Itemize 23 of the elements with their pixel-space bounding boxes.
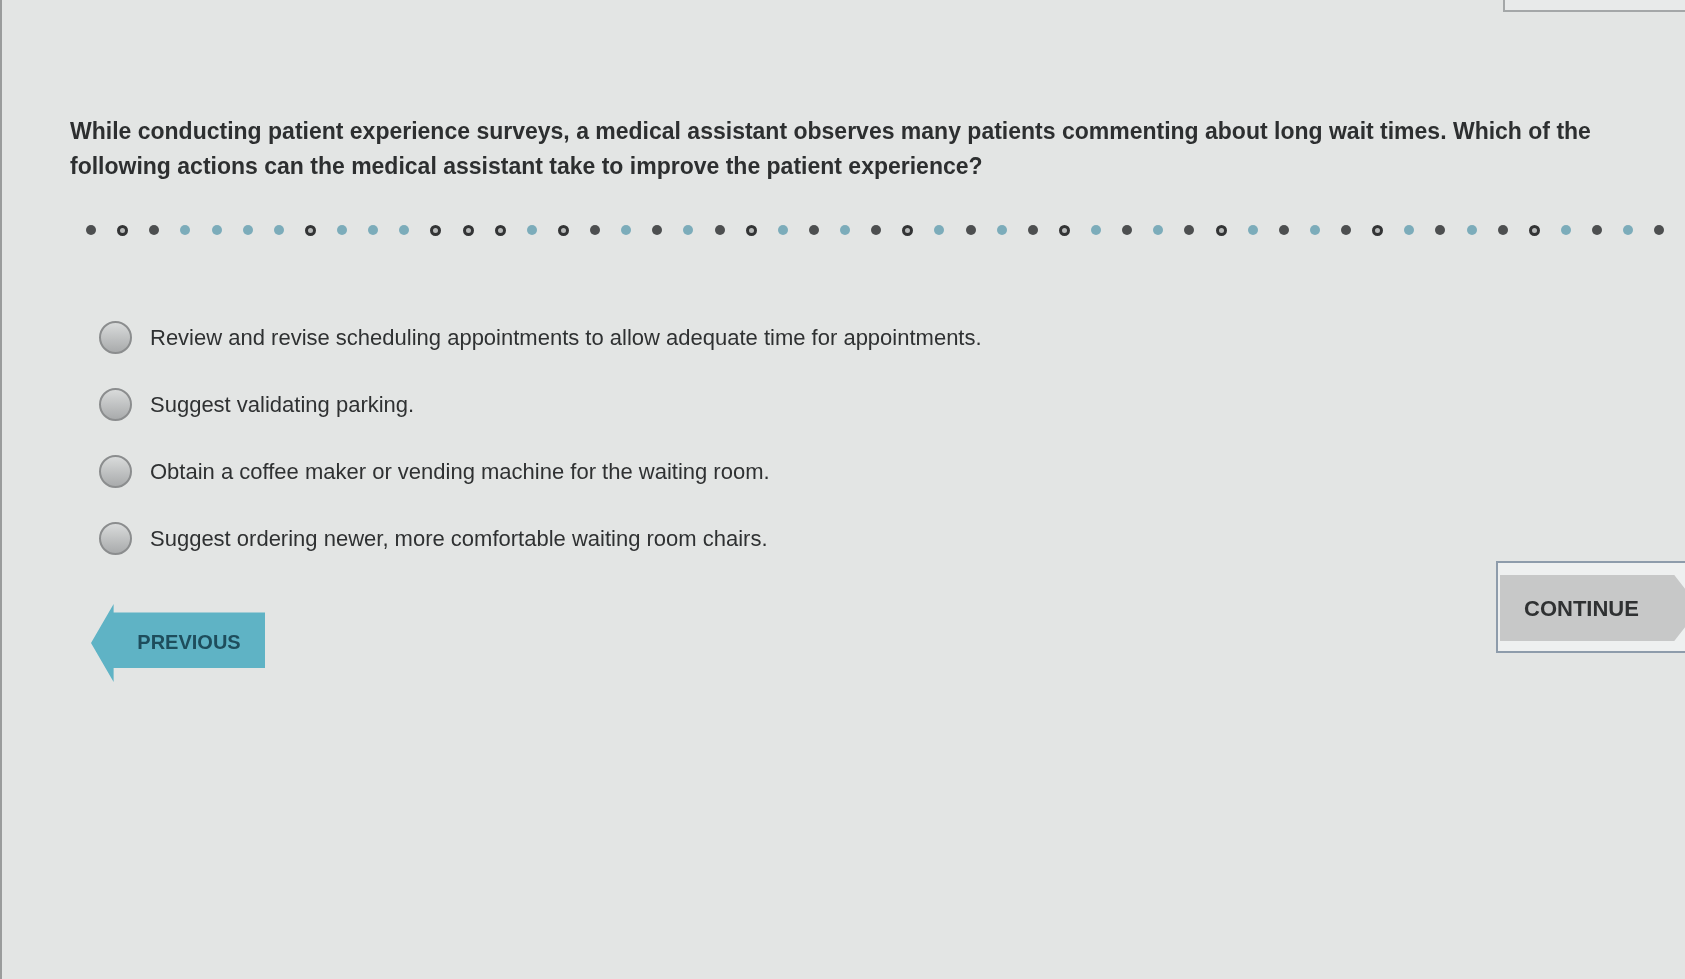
progress-ring-icon[interactable]	[117, 224, 129, 236]
option-label[interactable]: Suggest validating parking.	[150, 387, 415, 421]
option-label[interactable]: Review and revise scheduling appointments to allow adequate time for appointments.	[150, 320, 982, 354]
progress-ring-icon[interactable]	[745, 224, 757, 236]
progress-ring-icon[interactable]	[1528, 224, 1540, 236]
question-text: While conducting patient experience surveys, a medical assistant observes many patients commenting about long wait times. Which of the following actions can the medical assistant take to improve the patient experience?	[70, 117, 1592, 181]
progress-ring-icon[interactable]	[462, 224, 474, 236]
option-label[interactable]: Suggest ordering newer, more comfortable waiting room chairs.	[150, 521, 768, 555]
radio-button[interactable]	[99, 387, 132, 421]
option-label[interactable]: Obtain a coffee maker or vending machine for the waiting room.	[150, 454, 770, 488]
progress-ring-icon[interactable]	[1215, 224, 1227, 236]
progress-ring-icon[interactable]	[557, 224, 569, 236]
progress-ring-icon[interactable]	[430, 224, 442, 236]
progress-ring-icon[interactable]	[1058, 224, 1070, 236]
progress-ring-icon[interactable]	[902, 224, 914, 236]
progress-ring-icon[interactable]	[1372, 224, 1384, 236]
radio-button[interactable]	[99, 521, 132, 555]
progress-ring-icon[interactable]	[304, 224, 316, 236]
radio-button[interactable]	[99, 454, 132, 488]
progress-ring-icon[interactable]	[494, 224, 506, 236]
previous-button[interactable]: PREVIOUS	[91, 604, 265, 682]
continue-button[interactable]: CONTINUE	[1496, 561, 1685, 653]
radio-button[interactable]	[99, 320, 132, 354]
